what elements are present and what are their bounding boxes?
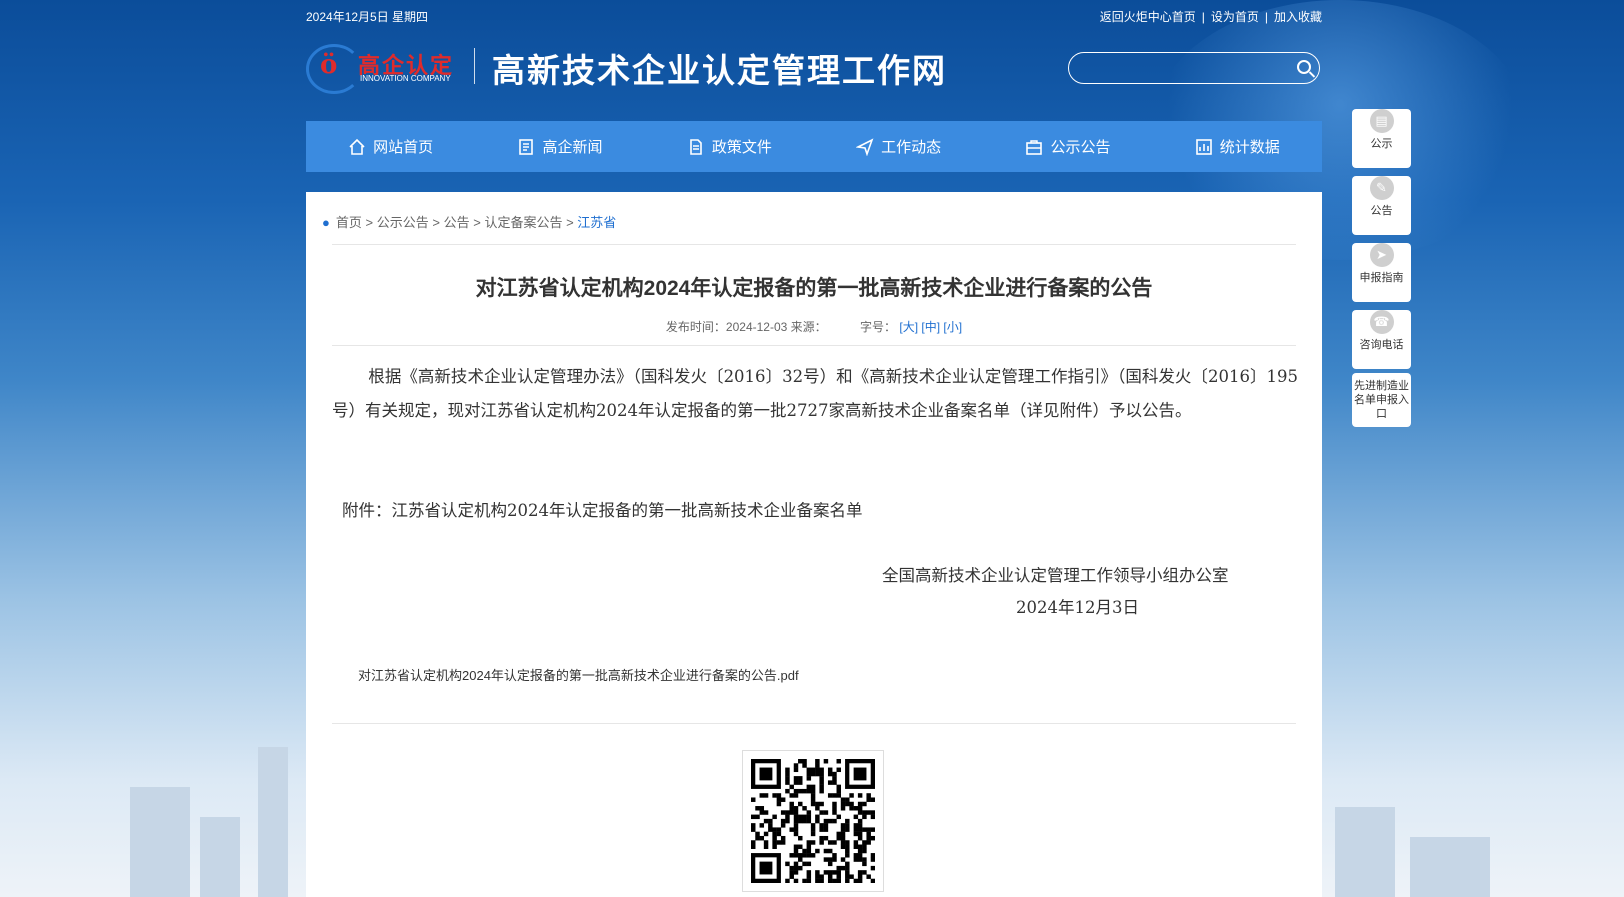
nav-item-work[interactable]: 工作动态 — [814, 121, 983, 172]
breadcrumb: ● 首页 > 公示公告 > 公告 > 认定备案公告 > 江苏省 — [322, 215, 617, 230]
top-bar: 2024年12月5日 星期四 返回火炬中心首页 | 设为首页 | 加入收藏 — [306, 8, 1322, 24]
logo-divider — [474, 48, 475, 84]
nav-label: 网站首页 — [373, 139, 434, 156]
set-homepage-link[interactable]: 设为首页 — [1211, 10, 1259, 24]
nav-label: 高企新闻 — [542, 139, 603, 156]
nav-item-home[interactable]: 网站首页 — [306, 121, 475, 172]
add-favorite-link[interactable]: 加入收藏 — [1274, 10, 1322, 24]
send-icon — [855, 137, 874, 156]
signature-date: 2024年12月3日 — [1016, 598, 1139, 617]
clipboard-icon: ✎ — [1369, 176, 1394, 200]
side-item-phone[interactable]: ☎ 咨询电话 — [1352, 310, 1411, 369]
search-icon[interactable] — [1297, 60, 1311, 74]
breadcrumb-announcements[interactable]: 公示公告 — [377, 215, 429, 230]
document-icon — [687, 138, 705, 156]
breadcrumb-current[interactable]: 江苏省 — [577, 215, 616, 230]
pdf-attachment-link[interactable]: 对江苏省认定机构2024年认定报备的第一批高新技术企业进行备案的公告.pdf — [358, 665, 799, 684]
publish-date: 2024-12-03 — [725, 320, 788, 334]
divider — [332, 723, 1296, 724]
breadcrumb-filing[interactable]: 认定备案公告 — [484, 215, 562, 230]
main-nav: 网站首页 高企新闻 政策文件 工作动态 公示公告 统计数据 — [306, 121, 1322, 172]
logo-english: INNOVATION COMPANY — [360, 74, 451, 83]
article-title: 对江苏省认定机构2024年认定报备的第一批高新技术企业进行备案的公告 — [475, 277, 1153, 300]
side-item-guide[interactable]: ➤ 申报指南 — [1352, 243, 1411, 302]
signature-org: 全国高新技术企业认定管理工作领导小组办公室 — [882, 566, 1229, 585]
chart-icon — [1195, 138, 1213, 156]
search-box — [1068, 52, 1320, 84]
search-input[interactable] — [1083, 58, 1287, 80]
nav-item-stats[interactable]: 统计数据 — [1153, 121, 1322, 172]
background-building — [1410, 837, 1490, 897]
side-item-notice[interactable]: ✎ 公告 — [1352, 176, 1411, 235]
background-building — [200, 817, 240, 897]
breadcrumb-notice[interactable]: 公告 — [444, 215, 470, 230]
nav-item-announcement[interactable]: 公示公告 — [983, 121, 1152, 172]
background-building — [1335, 807, 1395, 897]
divider — [332, 244, 1296, 245]
compass-icon: ➤ — [1369, 243, 1394, 267]
attachment-note: 附件：江苏省认定机构2024年认定报备的第一批高新技术企业备案名单 — [342, 501, 863, 520]
notice-board-icon: ▤ — [1369, 109, 1394, 133]
news-icon — [517, 138, 535, 156]
current-date: 2024年12月5日 星期四 — [306, 10, 429, 24]
qr-code — [742, 750, 884, 892]
side-floating-menu: ▤ 公示 ✎ 公告 ➤ 申报指南 ☎ 咨询电话 先进制造业名单申报入口 — [1352, 101, 1411, 431]
divider — [332, 345, 1296, 346]
site-title: 高新技术企业认定管理工作网 — [492, 51, 947, 90]
home-icon — [348, 138, 366, 156]
logo-mark-icon: ö — [320, 50, 338, 80]
background-building — [130, 787, 190, 897]
nav-label: 公示公告 — [1050, 139, 1111, 156]
return-home-link[interactable]: 返回火炬中心首页 — [1100, 10, 1196, 24]
nav-label: 统计数据 — [1219, 139, 1280, 156]
font-size-medium-button[interactable]: [中] — [921, 320, 940, 334]
article-meta: 发布时间：2024-12-03 来源： 字号： [大] [中] [小] — [665, 320, 963, 334]
nav-item-policy[interactable]: 政策文件 — [645, 121, 814, 172]
site-logo[interactable]: ö 高企认定 INNOVATION COMPANY 高新技术企业认定管理工作网 — [306, 42, 966, 94]
location-pin-icon: ● — [322, 215, 330, 230]
article-body: 根据《高新技术企业认定管理办法》（国科发火〔2016〕32号）和《高新技术企业认… — [332, 360, 1298, 428]
side-item-publicity[interactable]: ▤ 公示 — [1352, 109, 1411, 168]
briefcase-icon — [1025, 138, 1043, 156]
breadcrumb-home[interactable]: 首页 — [336, 215, 362, 230]
qr-code-graphic — [751, 759, 876, 884]
font-size-large-button[interactable]: [大] — [899, 320, 918, 334]
side-item-manufacturing-entry[interactable]: 先进制造业名单申报入口 — [1352, 373, 1411, 427]
article-panel: ● 首页 > 公示公告 > 公告 > 认定备案公告 > 江苏省 对江苏省认定机构2… — [306, 192, 1322, 897]
top-links: 返回火炬中心首页 | 设为首页 | 加入收藏 — [1099, 10, 1322, 24]
phone-icon: ☎ — [1369, 310, 1394, 334]
background-building — [258, 747, 288, 897]
nav-label: 政策文件 — [711, 139, 772, 156]
article-paragraph: 根据《高新技术企业认定管理办法》（国科发火〔2016〕32号）和《高新技术企业认… — [332, 367, 1298, 420]
nav-label: 工作动态 — [881, 139, 942, 156]
font-size-small-button[interactable]: [小] — [943, 320, 962, 334]
nav-item-news[interactable]: 高企新闻 — [475, 121, 644, 172]
